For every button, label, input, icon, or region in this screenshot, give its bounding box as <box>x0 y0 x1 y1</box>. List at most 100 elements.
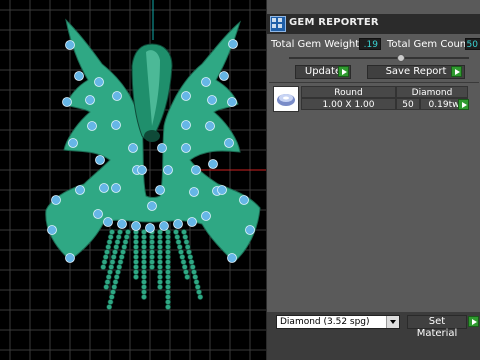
gem-marker <box>87 121 97 131</box>
tassel-bead <box>157 254 163 260</box>
gem-marker <box>189 187 199 197</box>
update-button-label: Update <box>304 66 342 77</box>
tassel-bead <box>108 294 115 300</box>
weight-slider[interactable] <box>289 54 469 62</box>
gem-marker <box>181 120 191 130</box>
gem-marker <box>201 211 211 221</box>
tassel-bead <box>194 284 201 290</box>
tassel-bead <box>187 254 194 260</box>
tassel-bead <box>133 264 139 270</box>
tassel-bead <box>141 244 147 250</box>
gem-marker <box>187 217 197 227</box>
gem-marker <box>117 219 127 229</box>
tassel-bead <box>180 259 187 265</box>
total-count-label: Total Gem Count <box>387 39 471 50</box>
tassel-bead <box>149 264 155 270</box>
total-weight-value: .19 <box>359 38 381 50</box>
tassel-bead <box>100 264 107 270</box>
tassel-bead <box>117 229 123 235</box>
tassel-bead <box>157 249 163 255</box>
tassel-bead <box>106 239 113 245</box>
gem-marker <box>205 121 215 131</box>
tassel-bead <box>115 269 121 275</box>
update-play-icon[interactable] <box>338 66 349 77</box>
tassel-bead <box>109 259 116 265</box>
tassel-bead <box>165 274 171 280</box>
tassel-bead <box>102 254 109 260</box>
tassel-bead <box>113 244 120 250</box>
tassel-bead <box>111 284 118 290</box>
tassel-bead <box>149 259 155 265</box>
gem-marker <box>65 253 75 263</box>
material-dropdown[interactable]: Diamond (3.52 spg) <box>276 315 400 329</box>
gem-reporter-panel: GEM REPORTER Total Gem Weight .19 Total … <box>266 0 480 360</box>
tassel-bead <box>123 234 130 240</box>
tassel-bead <box>196 289 202 295</box>
tassel-bead <box>107 234 114 240</box>
gem-count: 50 <box>396 98 420 110</box>
tassel-bead <box>181 264 188 270</box>
gem-marker <box>131 221 141 231</box>
tassel-bead <box>125 229 131 235</box>
gem-marker <box>227 253 237 263</box>
tassel-bead <box>121 244 128 250</box>
tassel-bead <box>133 239 139 245</box>
tassel-bead <box>114 239 121 245</box>
tassel-bead <box>165 294 171 300</box>
chevron-down-icon[interactable] <box>386 316 399 328</box>
slider-knob[interactable] <box>397 54 405 62</box>
tassel-bead <box>116 264 123 270</box>
tassel-bead <box>106 304 113 310</box>
tassel-bead <box>110 254 117 260</box>
tassel-bead <box>113 274 120 280</box>
tassel-bead <box>141 254 147 260</box>
tassel-bead <box>141 264 147 270</box>
gem-shape: Round <box>301 86 396 98</box>
tassel-bead <box>157 239 163 245</box>
gem-marker <box>157 143 167 153</box>
tassel-bead <box>178 249 184 255</box>
tassel-bead <box>157 259 163 265</box>
tassel-bead <box>157 269 163 275</box>
tassel-bead <box>141 284 147 290</box>
tassel-bead <box>107 299 114 305</box>
tassel-bead <box>165 244 171 250</box>
total-count-value: 50 <box>465 38 480 50</box>
tassel-bead <box>104 279 111 285</box>
save-report-play-icon[interactable] <box>451 66 462 77</box>
tassel-bead <box>109 229 115 235</box>
gem-marker <box>111 183 121 193</box>
tassel-bead <box>193 279 200 285</box>
gem-details: Round Diamond 1.00 X 1.00 50 0.19tw <box>301 86 468 112</box>
tassel-bead <box>133 269 139 275</box>
3d-viewport[interactable] <box>0 0 266 360</box>
gem-list-item[interactable]: Round Diamond 1.00 X 1.00 50 0.19tw <box>273 86 475 112</box>
tassel-bead <box>165 304 171 310</box>
tassel-bead <box>141 274 147 280</box>
tassel-bead <box>117 259 124 265</box>
tassel-bead <box>157 264 163 270</box>
tassel-bead <box>112 279 119 285</box>
tassel-bead <box>165 284 171 290</box>
tassel-bead <box>157 244 163 250</box>
tassel-bead <box>149 254 155 260</box>
gem-marker <box>163 165 173 175</box>
gem-marker <box>145 223 155 233</box>
tassel-bead <box>165 289 171 295</box>
gem-row-play-icon[interactable] <box>458 99 469 110</box>
tassel-bead <box>165 249 171 255</box>
gem-marker <box>94 77 104 87</box>
material-dropdown-value: Diamond (3.52 spg) <box>280 317 370 327</box>
set-material-button[interactable]: Set Material <box>407 315 467 339</box>
tassel-bead <box>105 244 112 250</box>
gem-marker <box>112 91 122 101</box>
tassel-bead <box>141 234 147 240</box>
tassel-bead <box>165 259 171 265</box>
set-material-play-icon[interactable] <box>468 316 479 327</box>
tassel-bead <box>141 239 147 245</box>
tassel-bead <box>165 234 171 240</box>
gem-marker <box>207 95 217 105</box>
tassel-bead <box>110 289 116 295</box>
tassel-bead <box>141 289 147 295</box>
gem-marker <box>191 165 201 175</box>
